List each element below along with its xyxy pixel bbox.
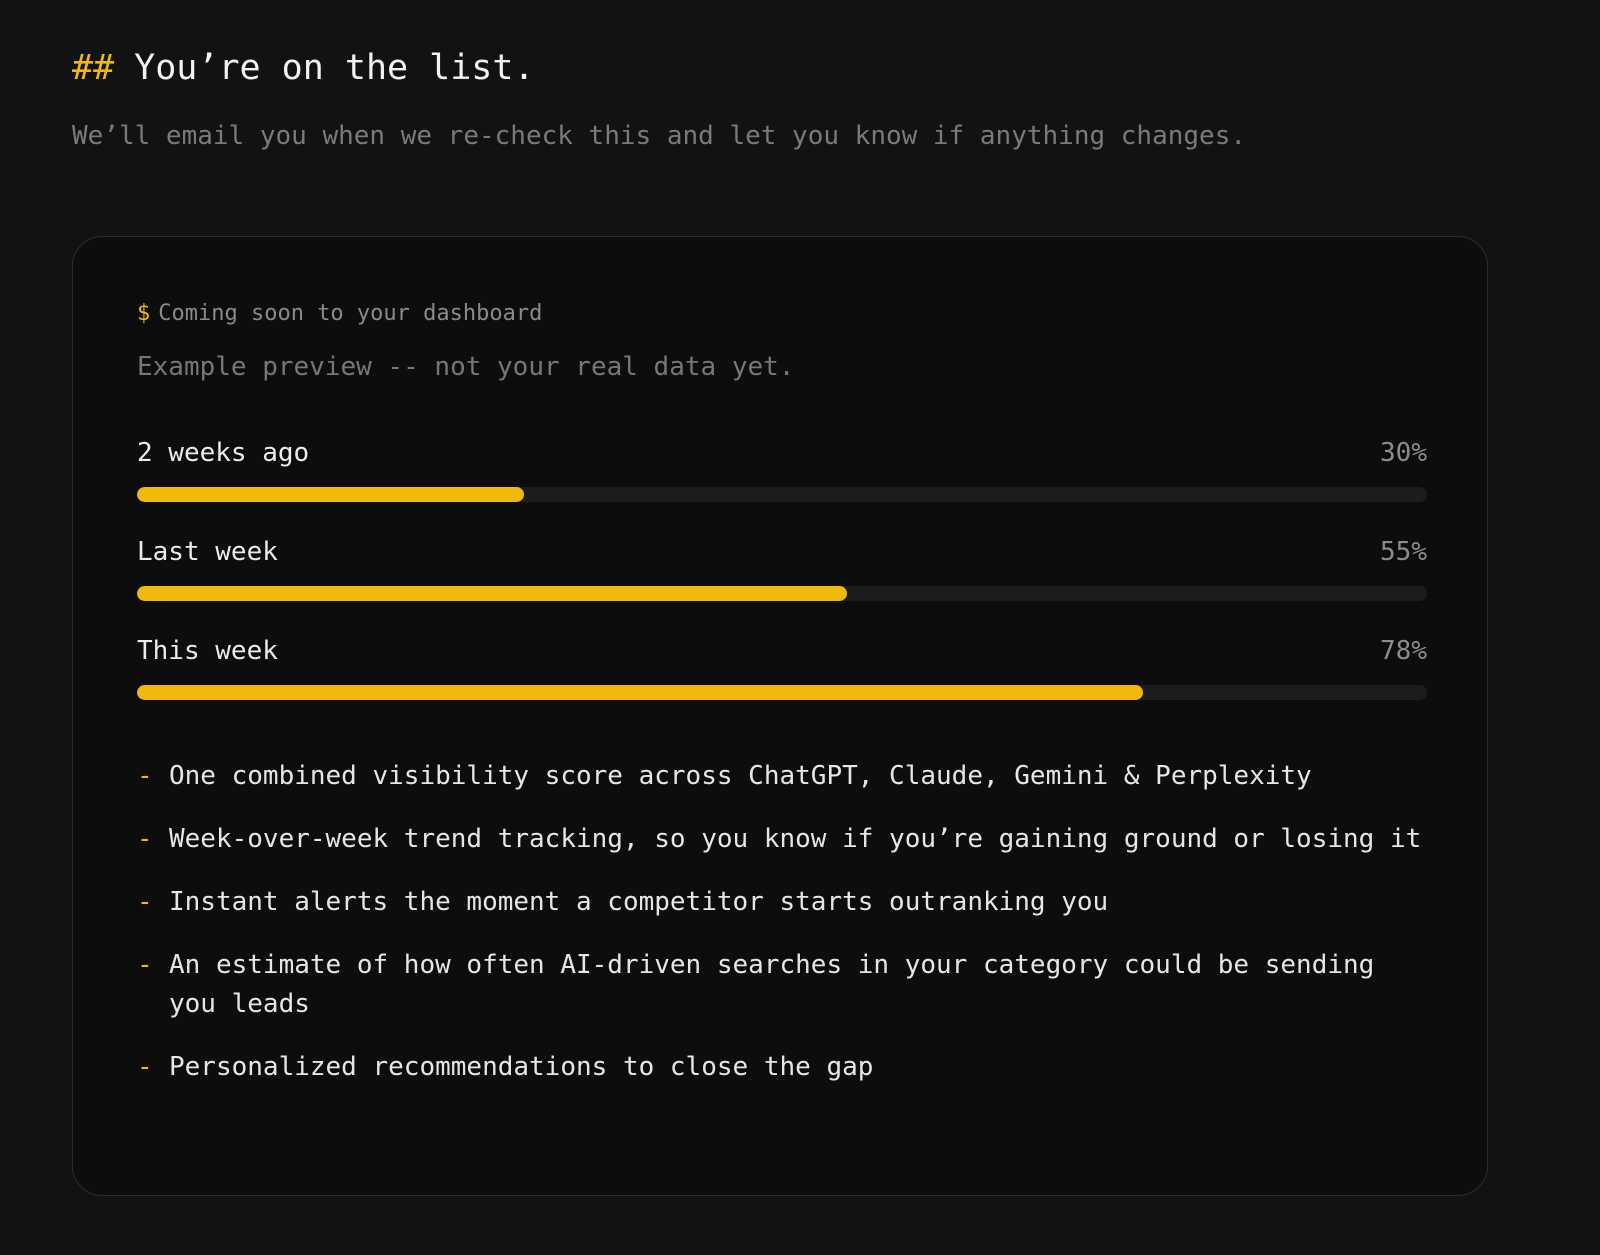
prompt-symbol: $ — [137, 301, 151, 326]
bullet-dash: - — [137, 887, 153, 917]
visibility-trend-bars: 2 weeks ago 30% Last week 55% This week … — [137, 435, 1427, 732]
feature-text: Week-over-week trend tracking, so you kn… — [169, 824, 1422, 854]
list-item: - An estimate of how often AI-driven sea… — [137, 946, 1427, 1024]
bullet-dash: - — [137, 950, 153, 980]
bar-label-row: This week 78% — [137, 633, 1427, 669]
bar-row-2-weeks-ago: 2 weeks ago 30% — [137, 435, 1427, 534]
bar-row-last-week: Last week 55% — [137, 534, 1427, 633]
bar-label-row: 2 weeks ago 30% — [137, 435, 1427, 471]
bullet-dash: - — [137, 824, 153, 854]
bar-label-row: Last week 55% — [137, 534, 1427, 570]
list-item: - Personalized recommendations to close … — [137, 1048, 1427, 1087]
list-item: - Week-over-week trend tracking, so you … — [137, 820, 1427, 859]
feature-text: One combined visibility score across Cha… — [169, 761, 1312, 791]
dashboard-preview-card: $ Coming soon to your dashboard Example p… — [72, 236, 1488, 1196]
list-item: - Instant alerts the moment a competitor… — [137, 883, 1427, 922]
feature-text: Personalized recommendations to close th… — [169, 1052, 874, 1082]
coming-soon-line: $ Coming soon to your dashboard — [137, 299, 542, 329]
bar-percent: 55% — [1380, 537, 1427, 567]
page-title-text: You’re on the list. — [134, 48, 535, 88]
preview-disclaimer: Example preview -- not your real data ye… — [137, 352, 795, 382]
bar-row-this-week: This week 78% — [137, 633, 1427, 732]
bar-percent: 78% — [1380, 636, 1427, 666]
progress-fill — [137, 586, 847, 601]
progress-track — [137, 685, 1427, 700]
progress-track — [137, 586, 1427, 601]
bar-label: This week — [137, 636, 278, 666]
bar-percent: 30% — [1380, 438, 1427, 468]
progress-fill — [137, 685, 1144, 700]
bar-label: Last week — [137, 537, 278, 567]
page-subtitle: We’ll email you when we re-check this an… — [72, 121, 1246, 151]
bullet-dash: - — [137, 761, 153, 791]
feature-text: An estimate of how often AI-driven searc… — [169, 950, 1375, 1019]
bullet-dash: - — [137, 1052, 153, 1082]
list-item: - One combined visibility score across C… — [137, 757, 1427, 796]
page-title: ## You’re on the list. — [72, 44, 535, 92]
progress-track — [137, 487, 1427, 502]
coming-soon-text: Coming soon to your dashboard — [158, 301, 543, 326]
bar-label: 2 weeks ago — [137, 438, 310, 468]
progress-fill — [137, 487, 524, 502]
heading-hash-marker: ## — [72, 48, 115, 88]
feature-list: - One combined visibility score across C… — [137, 757, 1427, 1111]
feature-text: Instant alerts the moment a competitor s… — [169, 887, 1109, 917]
